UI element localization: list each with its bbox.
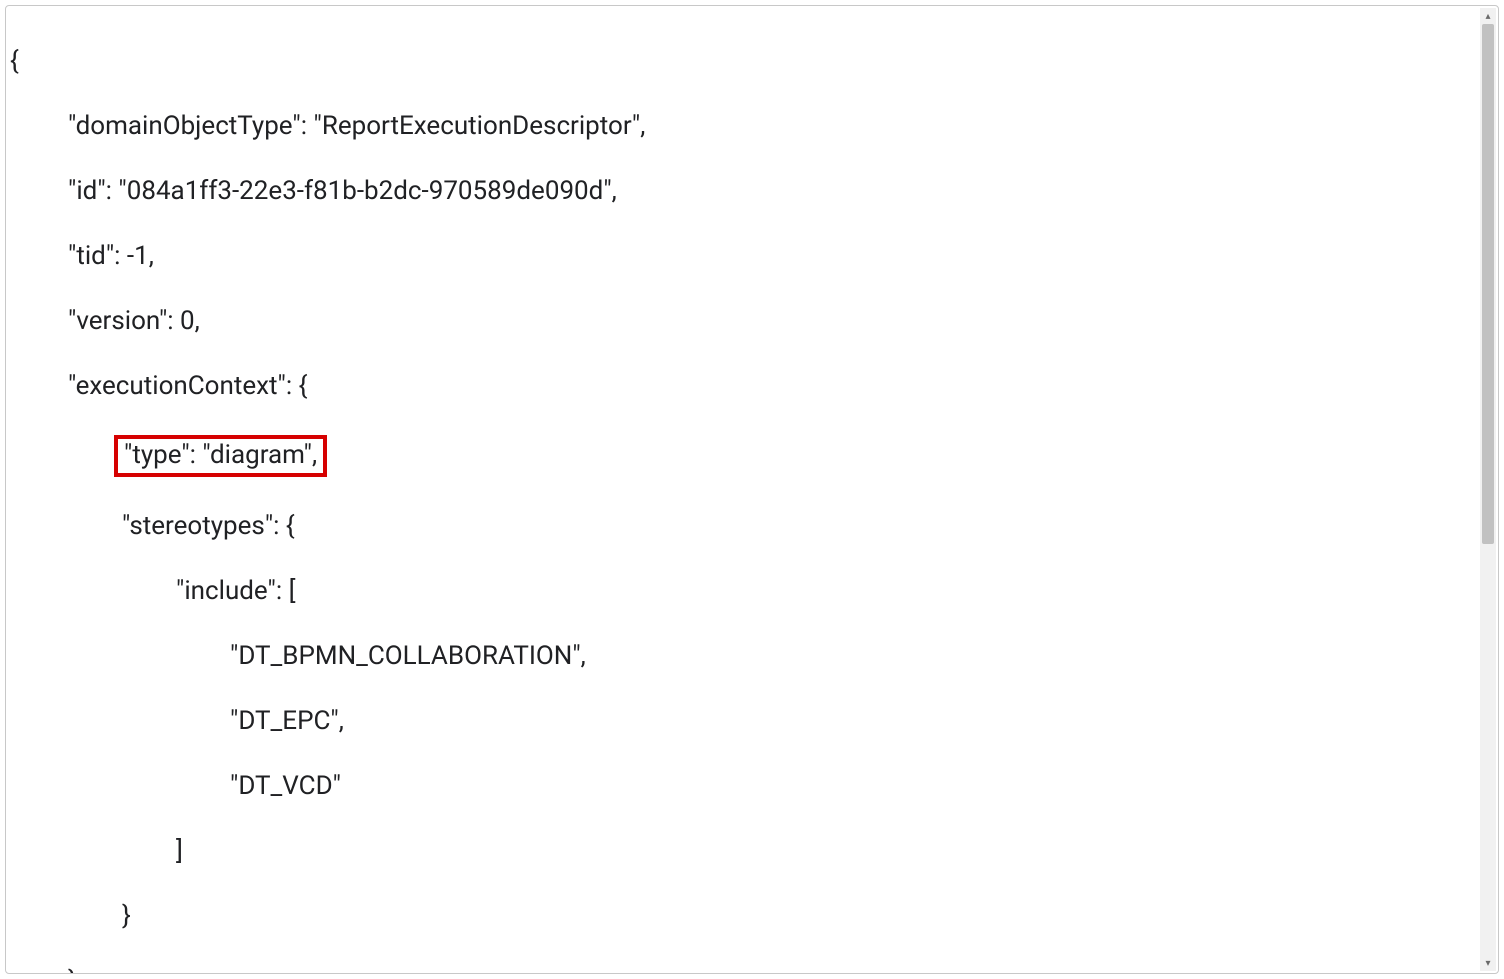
scrollbar-thumb[interactable] [1482, 24, 1494, 544]
code-line-highlighted: "type": "diagram", [10, 435, 1468, 478]
code-line: "DT_VCD" [10, 770, 1468, 803]
code-line: "id": "084a1ff3-22e3-f81b-b2dc-970589de0… [10, 175, 1468, 208]
code-panel: { "domainObjectType": "ReportExecutionDe… [5, 5, 1499, 974]
scrollbar-track[interactable] [1480, 24, 1496, 955]
code-line: ] [10, 835, 1468, 868]
chevron-down-icon: ▾ [1485, 958, 1490, 969]
code-line: } [10, 900, 1468, 933]
code-line: { [10, 45, 1468, 78]
viewport: { "domainObjectType": "ReportExecutionDe… [0, 0, 1504, 979]
code-line: "version": 0, [10, 305, 1468, 338]
code-line: "include": [ [10, 575, 1468, 608]
code-line: "DT_EPC", [10, 705, 1468, 738]
json-code-block: { "domainObjectType": "ReportExecutionDe… [10, 12, 1468, 973]
code-line: }, [10, 965, 1468, 974]
code-line: "tid": -1, [10, 240, 1468, 273]
code-line: "stereotypes": { [10, 510, 1468, 543]
code-line: "executionContext": { [10, 370, 1468, 403]
code-line: "DT_BPMN_COLLABORATION", [10, 640, 1468, 673]
scrollbar-down-button[interactable]: ▾ [1480, 955, 1496, 971]
code-scroll-area[interactable]: { "domainObjectType": "ReportExecutionDe… [6, 6, 1478, 973]
code-line: "domainObjectType": "ReportExecutionDesc… [10, 110, 1468, 143]
scrollbar-up-button[interactable]: ▴ [1480, 8, 1496, 24]
code-text: "type": "diagram", [124, 440, 317, 470]
highlight-box: "type": "diagram", [114, 435, 327, 478]
chevron-up-icon: ▴ [1485, 11, 1490, 22]
